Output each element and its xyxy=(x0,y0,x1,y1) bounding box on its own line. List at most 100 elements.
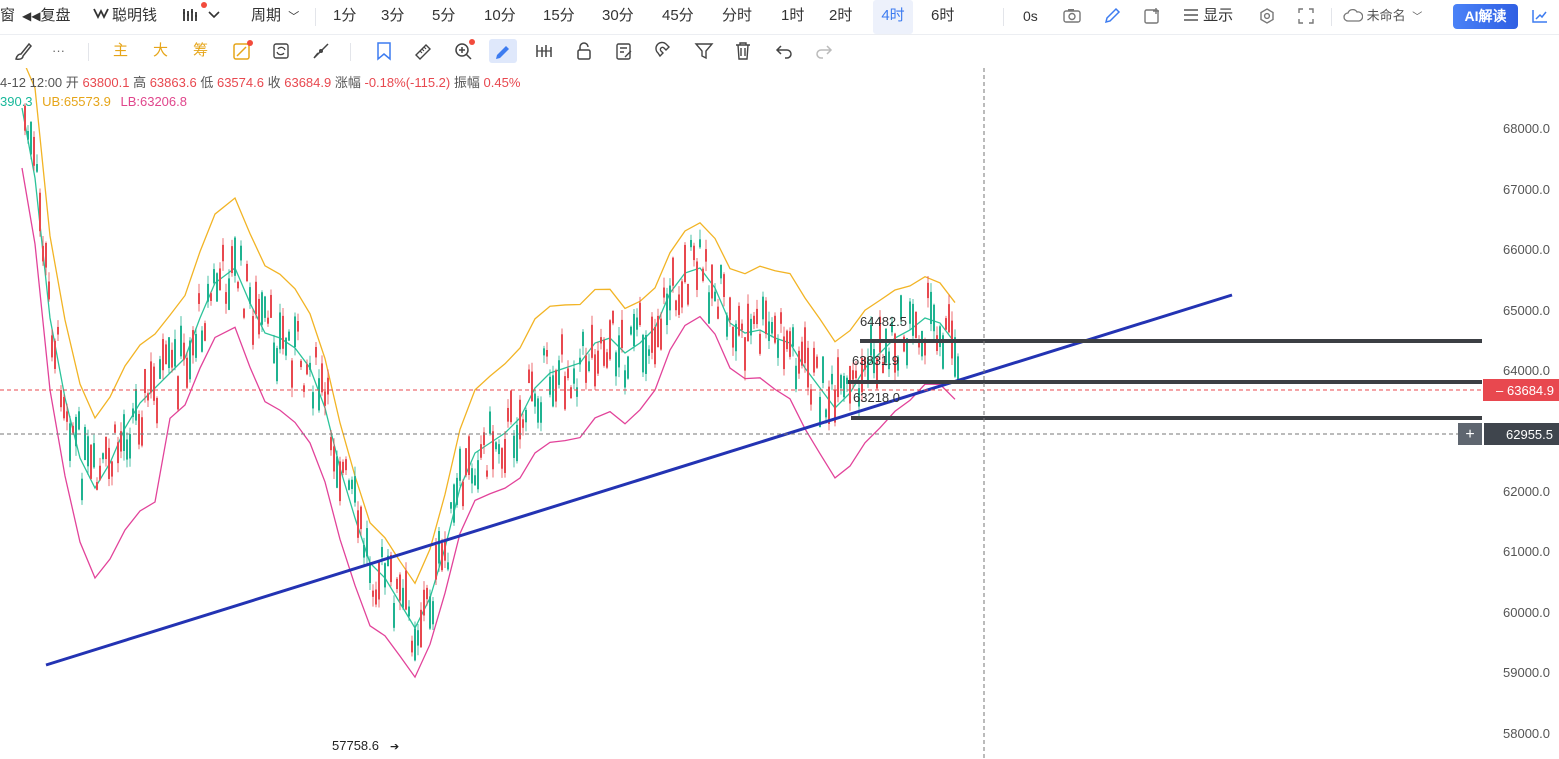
price-chart[interactable]: 64482.5 63831.9 63218.0 68000.0 67000.0 … xyxy=(0,68,1559,759)
countdown-label: 0s xyxy=(1023,8,1038,24)
interval-4h[interactable]: 4时 xyxy=(873,0,913,34)
interval-1h[interactable]: 1时 xyxy=(781,0,804,34)
redo-icon[interactable] xyxy=(813,39,835,63)
indicator-dropdown[interactable] xyxy=(181,0,207,34)
candle-body xyxy=(45,242,47,268)
ruler-icon[interactable] xyxy=(412,39,434,63)
zoom-in-icon[interactable] xyxy=(452,39,476,63)
candle-body xyxy=(528,369,530,384)
layout-dropdown[interactable]: 未命名 ﹀ xyxy=(1343,0,1422,34)
interval-1m[interactable]: 1分 xyxy=(333,0,356,34)
candle-body xyxy=(231,246,233,274)
smart-money-button[interactable]: 聪明钱 xyxy=(92,0,157,34)
interval-30m[interactable]: 30分 xyxy=(602,0,634,34)
candle-body xyxy=(723,274,725,297)
candle-body xyxy=(411,640,413,653)
candle-body xyxy=(396,578,398,590)
high-value: 63863.6 xyxy=(149,75,197,90)
indicator-ratio-icon[interactable] xyxy=(231,39,253,63)
candle-body xyxy=(87,436,89,467)
lock-icon[interactable] xyxy=(573,39,595,63)
axis-tick: 67000.0 xyxy=(1503,182,1550,197)
candle-body xyxy=(675,300,677,311)
candle-body xyxy=(330,437,332,451)
interval-15m[interactable]: 15分 xyxy=(543,0,575,34)
candle-body xyxy=(903,336,905,352)
candle-body xyxy=(822,356,824,384)
candle-body xyxy=(165,344,167,365)
interval-5m[interactable]: 5分 xyxy=(432,0,455,34)
candle-body xyxy=(219,268,221,291)
candle-body xyxy=(138,414,140,445)
interval-6h[interactable]: 6时 xyxy=(931,0,954,34)
chips-button[interactable]: 筹 xyxy=(193,39,208,63)
candle-body xyxy=(717,306,719,319)
interval-10m[interactable]: 10分 xyxy=(484,0,516,34)
settings-icon[interactable] xyxy=(1258,0,1276,34)
chart-trend-icon[interactable] xyxy=(1531,0,1549,34)
divider xyxy=(88,43,89,61)
candle-body xyxy=(924,341,926,356)
candle-body xyxy=(216,273,218,302)
scale-icon[interactable] xyxy=(310,39,332,63)
bookmark-icon[interactable] xyxy=(373,39,395,63)
replay-button[interactable]: ◀◀复盘 xyxy=(22,0,70,34)
undo-icon[interactable] xyxy=(773,39,795,63)
sync-icon[interactable] xyxy=(270,39,292,63)
interval-2h[interactable]: 2时 xyxy=(829,0,852,34)
candle-body xyxy=(753,315,755,325)
candle-body xyxy=(546,349,548,357)
magnet-icon[interactable] xyxy=(652,39,674,63)
candle-body xyxy=(705,249,707,262)
divider xyxy=(1331,8,1332,26)
candle-body xyxy=(561,334,563,355)
interval-45m[interactable]: 45分 xyxy=(662,0,694,34)
fullscreen-icon[interactable] xyxy=(1297,0,1315,34)
candle-body xyxy=(612,310,614,324)
candle-body xyxy=(522,419,524,428)
interval-3m[interactable]: 3分 xyxy=(381,0,404,34)
candle-body xyxy=(795,365,797,390)
candle-body xyxy=(711,264,713,299)
candle-body xyxy=(81,478,83,501)
compare-icon[interactable] xyxy=(533,39,555,63)
ai-analysis-button[interactable]: AI解读 xyxy=(1453,4,1518,29)
interval-timeshare[interactable]: 分时 xyxy=(722,0,752,34)
pencil-icon[interactable] xyxy=(1102,0,1122,34)
edit-note-icon[interactable] xyxy=(613,39,635,63)
candle-body xyxy=(531,371,533,402)
trendline[interactable] xyxy=(45,293,1233,667)
new-window-icon[interactable] xyxy=(1142,0,1162,34)
candle-body xyxy=(186,357,188,388)
display-menu[interactable]: 显示 xyxy=(1183,0,1233,34)
brush-icon[interactable] xyxy=(12,39,34,63)
candle-body xyxy=(660,318,662,350)
candle-body xyxy=(306,364,308,375)
candle-body xyxy=(759,333,761,354)
candle-body xyxy=(651,316,653,353)
candle-body xyxy=(258,298,260,335)
large-order-button[interactable]: 大 xyxy=(153,39,168,63)
filter-icon[interactable] xyxy=(693,39,715,63)
trash-icon[interactable] xyxy=(732,39,754,63)
main-indicator-button[interactable]: 主 xyxy=(113,39,128,63)
candle-body xyxy=(741,323,743,331)
candle-body xyxy=(516,424,518,462)
list-icon xyxy=(1183,2,1199,34)
candle-body xyxy=(462,481,464,507)
camera-icon[interactable] xyxy=(1062,0,1082,34)
divider xyxy=(350,43,351,61)
candle-body xyxy=(210,293,212,301)
candle-body xyxy=(771,322,773,334)
window-menu[interactable]: 窗 xyxy=(0,0,15,34)
draw-pen-icon[interactable] xyxy=(489,39,517,63)
chevron-down-icon[interactable] xyxy=(207,0,221,34)
axis-tick: 65000.0 xyxy=(1503,303,1550,318)
more-tools-button[interactable]: ··· xyxy=(52,39,65,63)
period-dropdown[interactable]: 周期 ﹀ xyxy=(251,0,299,34)
candle-body xyxy=(564,376,566,410)
ohlc-legend: 4-12 12:00 开 63800.1 高 63863.6 低 63574.6… xyxy=(0,75,521,90)
candle-body xyxy=(132,408,134,418)
candle-body xyxy=(57,326,59,335)
candle-body xyxy=(555,370,557,402)
